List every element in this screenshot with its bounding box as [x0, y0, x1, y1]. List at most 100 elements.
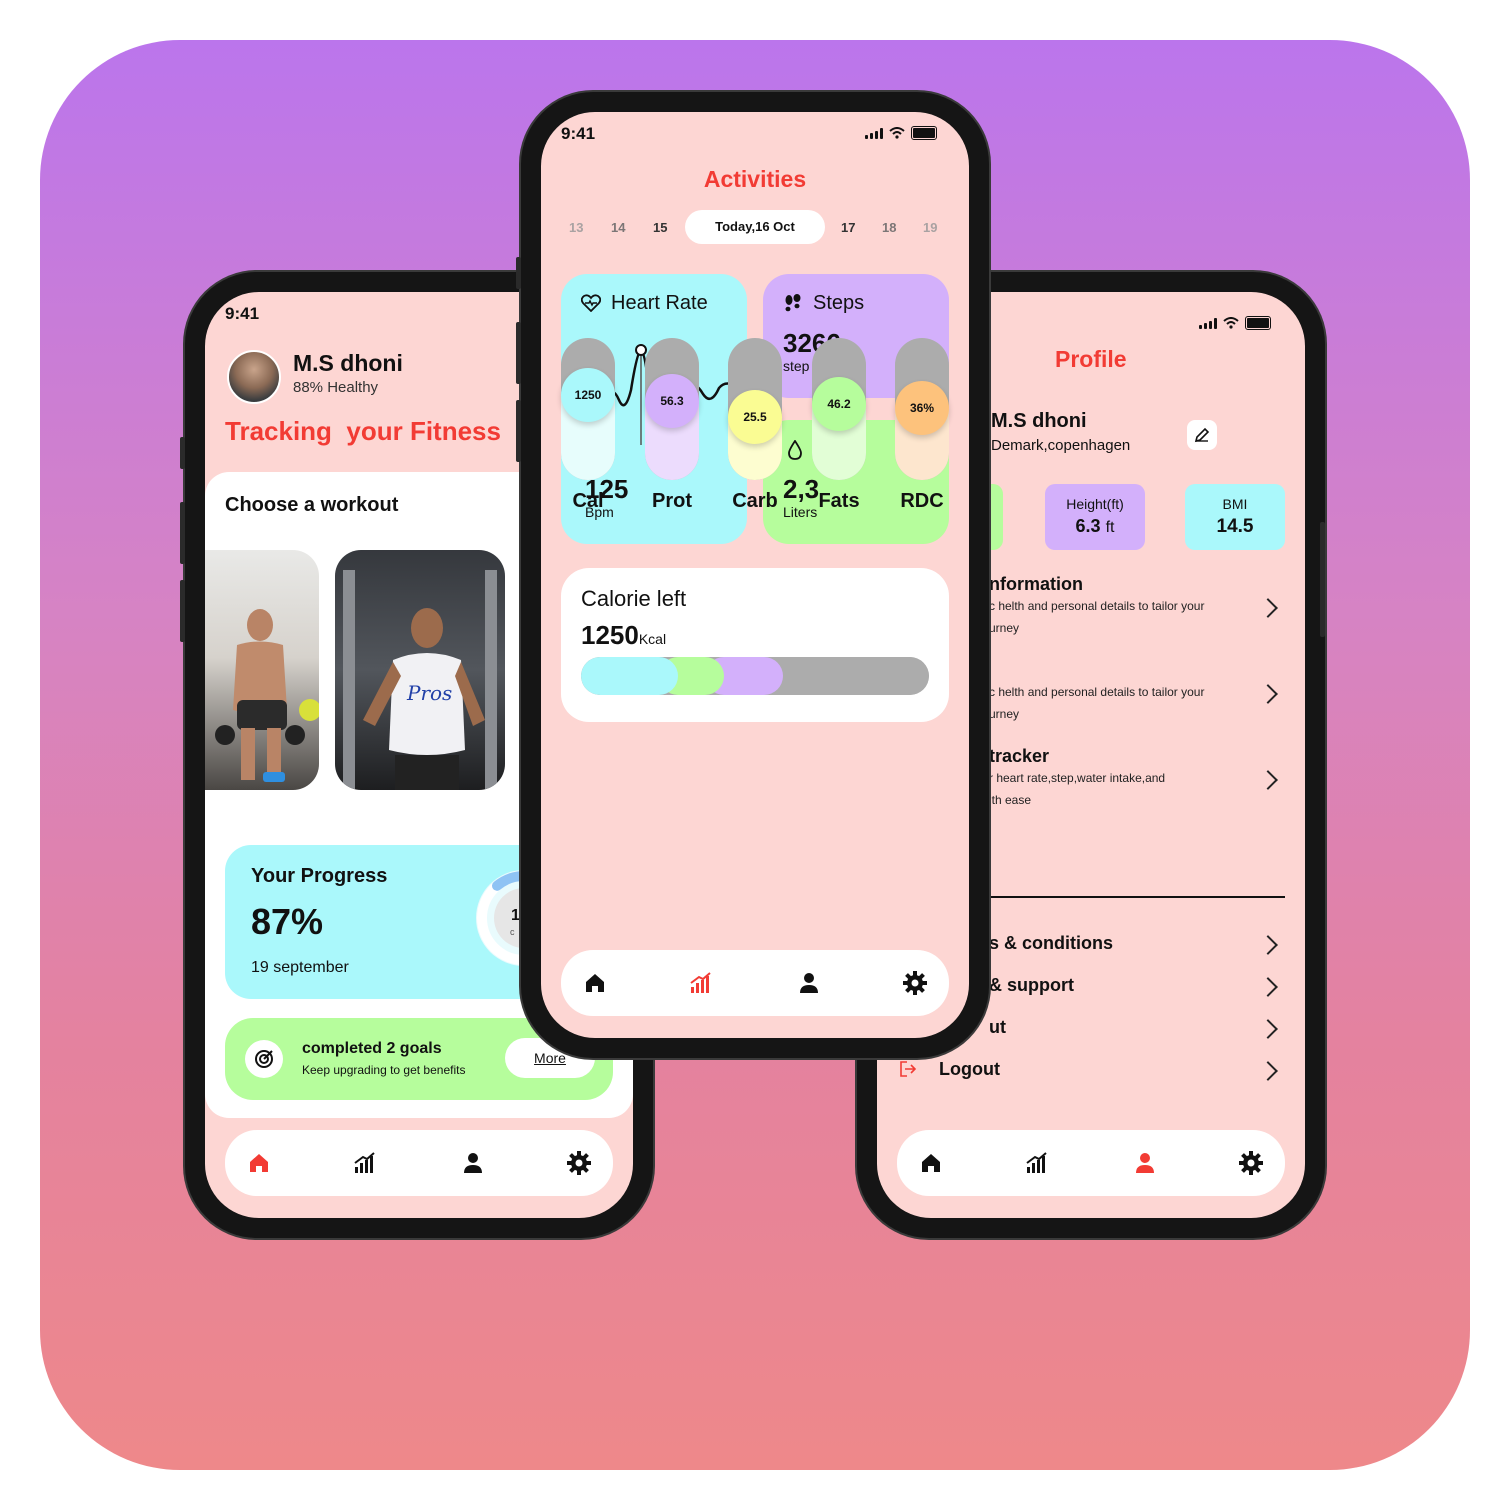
- macro-label: Fats: [818, 490, 860, 512]
- goals-title: completed 2 goals: [302, 1040, 442, 1057]
- water-drop-icon: [788, 440, 802, 460]
- stats-icon[interactable]: [689, 971, 713, 995]
- calorie-bar: [581, 657, 929, 695]
- status-icons: [865, 126, 937, 140]
- chevron-right-icon: [1258, 684, 1278, 704]
- user-location: Demark,copenhagen: [991, 437, 1131, 454]
- svg-text:Pros: Pros: [406, 681, 452, 705]
- ring-value: 1: [511, 907, 520, 924]
- target-icon: [245, 1040, 283, 1078]
- date-13[interactable]: 13: [569, 220, 583, 235]
- profile-icon[interactable]: [797, 971, 821, 995]
- center-phone: 9:41 Activities 13 14 15 Today,16 Oct 17…: [516, 92, 989, 1058]
- goals-subtitle: Keep upgrading to get benefits: [302, 1063, 466, 1077]
- macro-column-cal[interactable]: 1250: [561, 338, 615, 480]
- headline: Tracking your Fitness: [225, 416, 501, 446]
- calorie-segment: [581, 657, 679, 695]
- status-time: 9:41: [561, 124, 596, 143]
- date-14[interactable]: 14: [611, 220, 625, 235]
- date-19[interactable]: 19: [923, 220, 937, 235]
- link-label: & support: [989, 975, 1074, 995]
- section-desc-line-2: urney: [989, 707, 1020, 721]
- steps-unit: step: [783, 358, 810, 374]
- date-15[interactable]: 15: [653, 220, 667, 235]
- bottom-nav: [897, 1130, 1285, 1196]
- height-label: Height(ft): [1066, 496, 1124, 512]
- bottom-nav: [225, 1130, 613, 1196]
- macro-column-fats[interactable]: 46.2: [812, 338, 866, 480]
- settings-icon[interactable]: [903, 971, 927, 995]
- bottom-nav: [561, 950, 949, 1016]
- heart-rate-label: Heart Rate: [611, 292, 708, 314]
- battery-icon: [911, 126, 937, 140]
- avatar[interactable]: [227, 350, 281, 404]
- chevron-right-icon: [1258, 770, 1278, 790]
- home-icon[interactable]: [919, 1151, 943, 1175]
- section-title: nformation: [989, 574, 1083, 594]
- stat-card-bmi: BMI 14.5: [1185, 484, 1285, 550]
- athlete-image: [215, 609, 319, 782]
- battery-icon: [1245, 316, 1271, 330]
- macro-value: 56.3: [645, 374, 699, 429]
- bmi-label: BMI: [1222, 496, 1248, 512]
- workout-card-kettlebell[interactable]: [205, 550, 319, 790]
- settings-icon[interactable]: [1239, 1151, 1263, 1175]
- heart-pulse-icon: [581, 294, 601, 312]
- chevron-right-icon: [1258, 935, 1278, 955]
- macro-label: Carb: [732, 490, 778, 512]
- ring-caption: c: [510, 927, 515, 937]
- stats-icon[interactable]: [353, 1151, 377, 1175]
- edit-button[interactable]: [1187, 420, 1217, 450]
- home-icon[interactable]: [247, 1151, 271, 1175]
- stats-icon[interactable]: [1025, 1151, 1049, 1175]
- steps-label: Steps: [813, 292, 865, 314]
- section-desc-line-2: ith ease: [989, 793, 1032, 807]
- health-status: 88% Healthy: [293, 379, 379, 396]
- user-name: M.S dhoni: [991, 410, 1087, 432]
- macro-value: 25.5: [728, 389, 782, 444]
- progress-percent: 87%: [251, 901, 324, 942]
- profile-icon[interactable]: [461, 1151, 485, 1175]
- workout-card-cable[interactable]: Pros: [335, 550, 505, 790]
- macro-label: RDC: [900, 490, 944, 512]
- signal-icon: [865, 127, 883, 139]
- activities-screen: 9:41 Activities 13 14 15 Today,16 Oct 17…: [541, 112, 969, 1038]
- page-title: Profile: [1055, 346, 1127, 372]
- calorie-label: Calorie left: [581, 586, 687, 611]
- profile-icon[interactable]: [1133, 1151, 1157, 1175]
- status-time: 9:41: [225, 304, 260, 323]
- progress-title: Your Progress: [251, 865, 388, 887]
- section-desc-line-1: c helth and personal details to tailor y…: [989, 685, 1205, 699]
- chevron-right-icon: [1258, 598, 1278, 618]
- athlete-image: Pros: [343, 570, 497, 790]
- section-desc-line-2: urney: [989, 621, 1020, 635]
- link-label: s & conditions: [989, 933, 1114, 953]
- choose-workout-title: Choose a workout: [225, 494, 399, 516]
- home-icon[interactable]: [583, 971, 607, 995]
- macro-label: Prot: [652, 490, 692, 512]
- calorie-value: 1250: [581, 620, 639, 650]
- macro-column-carb[interactable]: 25.5: [728, 338, 782, 480]
- stat-card-height: Height(ft) 6.3 ft: [1045, 484, 1145, 550]
- link-label: ut: [989, 1017, 1006, 1037]
- calorie-card[interactable]: Calorie left 1250Kcal: [561, 568, 949, 722]
- logout-icon: [900, 1061, 917, 1077]
- section-desc-line-1: r heart rate,step,water intake,and: [989, 771, 1166, 785]
- date-today[interactable]: Today,16 Oct: [685, 210, 825, 244]
- status-icons: [1199, 316, 1271, 330]
- section-title: tracker: [989, 746, 1050, 766]
- date-18[interactable]: 18: [882, 220, 896, 235]
- chevron-right-icon: [1258, 977, 1278, 997]
- macro-column-prot[interactable]: 56.3: [645, 338, 699, 480]
- chevron-right-icon: [1258, 1019, 1278, 1039]
- macro-column-rdc[interactable]: 36%: [895, 338, 949, 480]
- divider: [987, 896, 1285, 898]
- date-17[interactable]: 17: [841, 220, 855, 235]
- link-label: Logout: [939, 1059, 1000, 1079]
- wifi-icon: [889, 127, 905, 139]
- footsteps-icon: [785, 294, 801, 312]
- user-name: M.S dhoni: [293, 350, 403, 376]
- calorie-segment: [763, 657, 929, 695]
- settings-icon[interactable]: [567, 1151, 591, 1175]
- macro-value: 36%: [895, 381, 949, 436]
